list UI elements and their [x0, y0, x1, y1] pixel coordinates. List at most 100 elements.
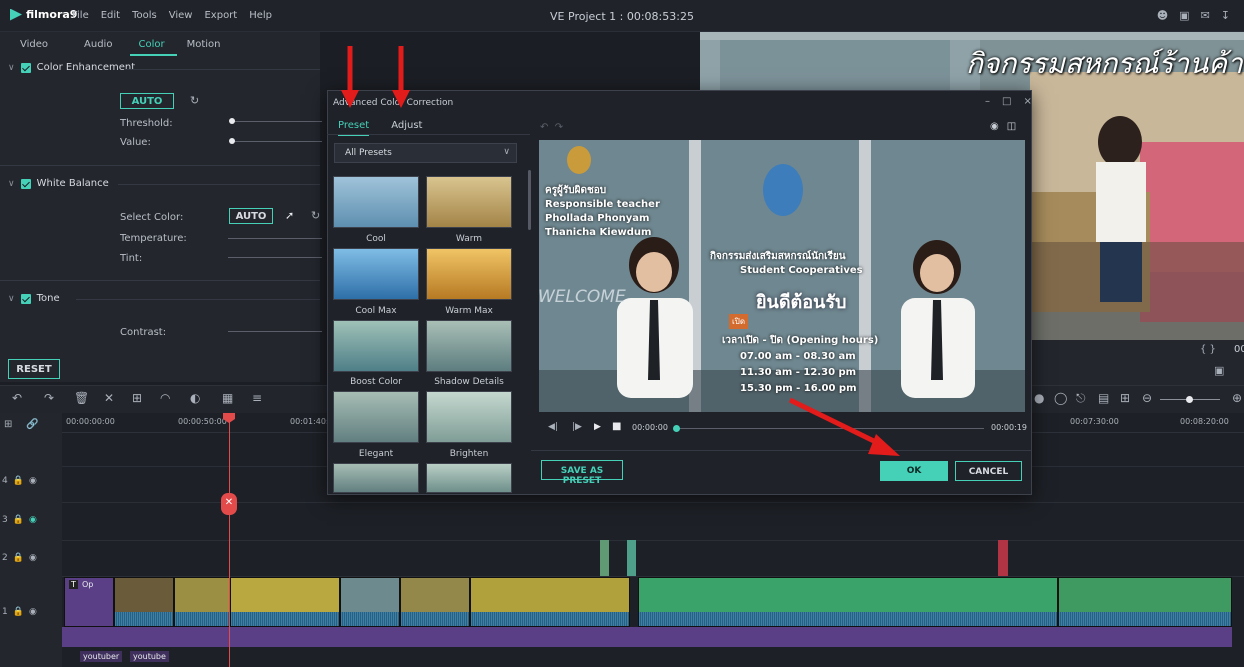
green-screen-icon[interactable]: ▦ — [222, 391, 233, 405]
color-icon[interactable]: ◐ — [190, 391, 200, 405]
video-clip[interactable] — [400, 577, 470, 627]
reset-button[interactable]: RESET — [8, 359, 60, 379]
preset-thumbnail-warm[interactable] — [426, 176, 512, 228]
crop-icon[interactable]: ⊞ — [132, 391, 142, 405]
zoom-in-icon[interactable]: ⊕ — [1232, 391, 1242, 405]
auto-enhance-button[interactable]: AUTO — [120, 93, 174, 109]
preset-thumbnail-boost-color[interactable] — [333, 320, 419, 372]
title-clip-label[interactable]: youtube — [130, 651, 169, 662]
preset-thumbnail-brighten[interactable] — [426, 391, 512, 443]
lock-icon[interactable]: 🔒 — [13, 607, 24, 617]
preset-filter-select[interactable]: All Presets ∨ — [334, 143, 517, 163]
video-clip[interactable] — [1058, 577, 1232, 627]
shield-icon[interactable]: ◯ — [1054, 391, 1067, 405]
preset-thumbnail-cool-max[interactable] — [333, 248, 419, 300]
threshold-slider-knob[interactable] — [229, 118, 235, 124]
preset-thumbnail-cool[interactable] — [333, 176, 419, 228]
preset-thumbnail-elegant[interactable] — [333, 391, 419, 443]
value-slider-track[interactable] — [232, 141, 322, 142]
tint-slider-track[interactable] — [228, 257, 322, 258]
white-balance-auto-button[interactable]: AUTO — [229, 208, 273, 224]
redo-icon[interactable]: ↷ — [555, 122, 563, 133]
preset-thumbnail[interactable] — [426, 463, 512, 493]
tab-video[interactable]: Video — [20, 39, 84, 56]
video-clip[interactable] — [470, 577, 630, 627]
tab-audio[interactable]: Audio — [84, 39, 120, 56]
white-balance-header[interactable]: ∨ White Balance — [8, 178, 109, 189]
temperature-slider-track[interactable] — [228, 238, 322, 239]
add-track-icon[interactable]: ⊞ — [4, 419, 12, 430]
bracket-icon[interactable]: { } — [1200, 344, 1216, 355]
preset-thumbnail-shadow-details[interactable] — [426, 320, 512, 372]
tone-header[interactable]: ∨ Tone — [8, 293, 60, 304]
previous-frame-icon[interactable]: ◀| — [548, 422, 558, 432]
delete-icon[interactable]: 🗑 — [74, 391, 89, 405]
small-clip[interactable] — [600, 540, 609, 576]
preset-thumbnail[interactable] — [333, 463, 419, 493]
speed-icon[interactable]: ◠ — [160, 391, 170, 405]
snapshot-icon[interactable]: ▣ — [1214, 364, 1224, 377]
play-icon[interactable]: ▶ — [594, 422, 601, 432]
compare-icon[interactable]: ◫ — [1007, 121, 1016, 132]
tab-color[interactable]: Color — [130, 39, 177, 56]
eye-icon[interactable]: ◉ — [29, 553, 37, 563]
reset-icon[interactable]: ↻ — [311, 209, 320, 222]
preset-list-scrollbar[interactable] — [528, 170, 531, 230]
redo-icon[interactable]: ↷ — [44, 391, 54, 405]
link-icon[interactable]: 🔗 — [26, 419, 38, 430]
download-icon[interactable]: ↧ — [1221, 9, 1230, 22]
title-clip-label[interactable]: youtuber — [80, 651, 123, 662]
color-enhancement-header[interactable]: ∨ Color Enhancement — [8, 62, 135, 73]
preset-thumbnail-warm-max[interactable] — [426, 248, 512, 300]
cut-icon[interactable]: ✕ — [104, 391, 114, 405]
microphone-icon[interactable]: ⎋ — [1076, 391, 1086, 406]
video-clip[interactable] — [174, 577, 230, 627]
small-clip[interactable] — [627, 540, 636, 576]
eye-icon[interactable]: ◉ — [990, 121, 999, 132]
fit-icon[interactable]: ⊞ — [1120, 391, 1130, 405]
reset-icon[interactable]: ↻ — [190, 94, 199, 107]
value-slider-knob[interactable] — [229, 138, 235, 144]
minimize-icon[interactable]: – — [985, 96, 990, 107]
undo-icon[interactable]: ↶ — [540, 122, 548, 133]
contrast-slider-track[interactable] — [228, 331, 322, 332]
title-track-bar[interactable] — [62, 627, 1232, 647]
maximize-icon[interactable]: □ — [1002, 96, 1011, 107]
zoom-slider-knob[interactable] — [1186, 396, 1193, 403]
stop-icon[interactable]: ■ — [612, 421, 621, 432]
eye-icon[interactable]: ◉ — [29, 515, 37, 525]
tab-motion[interactable]: Motion — [187, 39, 237, 56]
adjust-icon[interactable]: ≡ — [252, 391, 262, 405]
playhead-line[interactable] — [229, 413, 230, 667]
ok-button[interactable]: OK — [880, 461, 948, 481]
cancel-button[interactable]: CANCEL — [955, 461, 1022, 481]
lock-icon[interactable]: 🔒 — [13, 553, 24, 563]
voiceover-icon[interactable]: ▤ — [1098, 391, 1109, 405]
save-as-preset-button[interactable]: SAVE AS PRESET — [541, 460, 623, 486]
title-clip[interactable]: T Op — [64, 577, 114, 627]
undo-icon[interactable]: ↶ — [12, 391, 22, 405]
checkbox-icon[interactable] — [20, 293, 31, 304]
video-clip[interactable] — [340, 577, 400, 627]
split-marker-icon[interactable]: ✕ — [221, 493, 237, 515]
small-clip[interactable] — [998, 540, 1008, 576]
player-progress-knob[interactable] — [673, 425, 680, 432]
checkbox-icon[interactable] — [20, 62, 31, 73]
next-frame-icon[interactable]: |▶ — [572, 422, 582, 432]
account-icon[interactable]: ☻ — [1157, 9, 1168, 22]
eye-icon[interactable]: ◉ — [29, 607, 37, 617]
zoom-out-icon[interactable]: ⊖ — [1142, 391, 1152, 405]
video-clip[interactable] — [230, 577, 340, 627]
video-clip[interactable] — [114, 577, 174, 627]
render-icon[interactable]: ● — [1034, 391, 1044, 405]
lock-icon[interactable]: 🔒 — [13, 515, 24, 525]
eyedropper-icon[interactable]: ➚ — [285, 209, 294, 222]
video-clip[interactable] — [638, 577, 1058, 627]
threshold-slider-track[interactable] — [232, 121, 322, 122]
mail-icon[interactable]: ✉ — [1201, 9, 1210, 22]
close-icon[interactable]: × — [1023, 96, 1031, 107]
save-icon[interactable]: ▣ — [1179, 9, 1189, 22]
lock-icon[interactable]: 🔒 — [13, 476, 24, 486]
checkbox-icon[interactable] — [20, 178, 31, 189]
eye-icon[interactable]: ◉ — [29, 476, 37, 486]
